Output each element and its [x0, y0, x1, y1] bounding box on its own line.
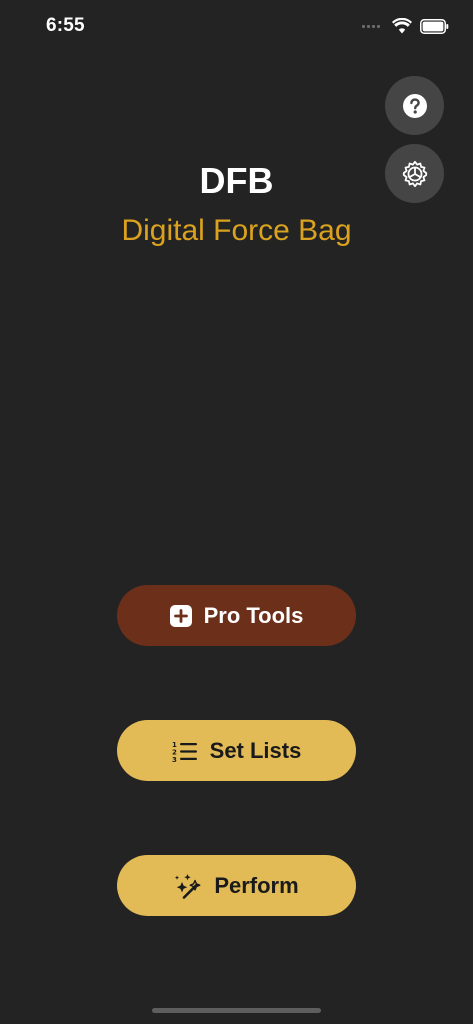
set-lists-button[interactable]: 1 2 3 Set Lists	[117, 720, 356, 781]
pro-tools-label: Pro Tools	[203, 602, 304, 628]
pro-tools-button[interactable]: Pro Tools	[117, 585, 356, 646]
perform-label: Perform	[214, 872, 299, 898]
battery-icon	[420, 18, 449, 34]
app-subtitle: Digital Force Bag	[121, 214, 352, 247]
status-indicators	[362, 16, 449, 36]
numbered-list-icon: 1 2 3	[172, 740, 198, 762]
question-mark-icon	[402, 93, 427, 118]
perform-button[interactable]: Perform	[117, 855, 356, 916]
help-button[interactable]	[385, 76, 444, 135]
app-screen: 6:55 DFB Digital Force Bag Pro Tools 1 2…	[0, 0, 473, 1024]
wifi-icon	[392, 18, 412, 34]
app-title: DFB	[199, 160, 274, 201]
cellular-signal-icon	[362, 24, 380, 28]
magic-wand-sparkles-icon	[174, 873, 202, 899]
svg-text:3: 3	[172, 756, 177, 762]
set-lists-label: Set Lists	[209, 737, 302, 763]
status-time: 6:55	[46, 15, 85, 36]
home-indicator[interactable]	[152, 1008, 321, 1013]
plus-square-icon	[169, 604, 192, 627]
